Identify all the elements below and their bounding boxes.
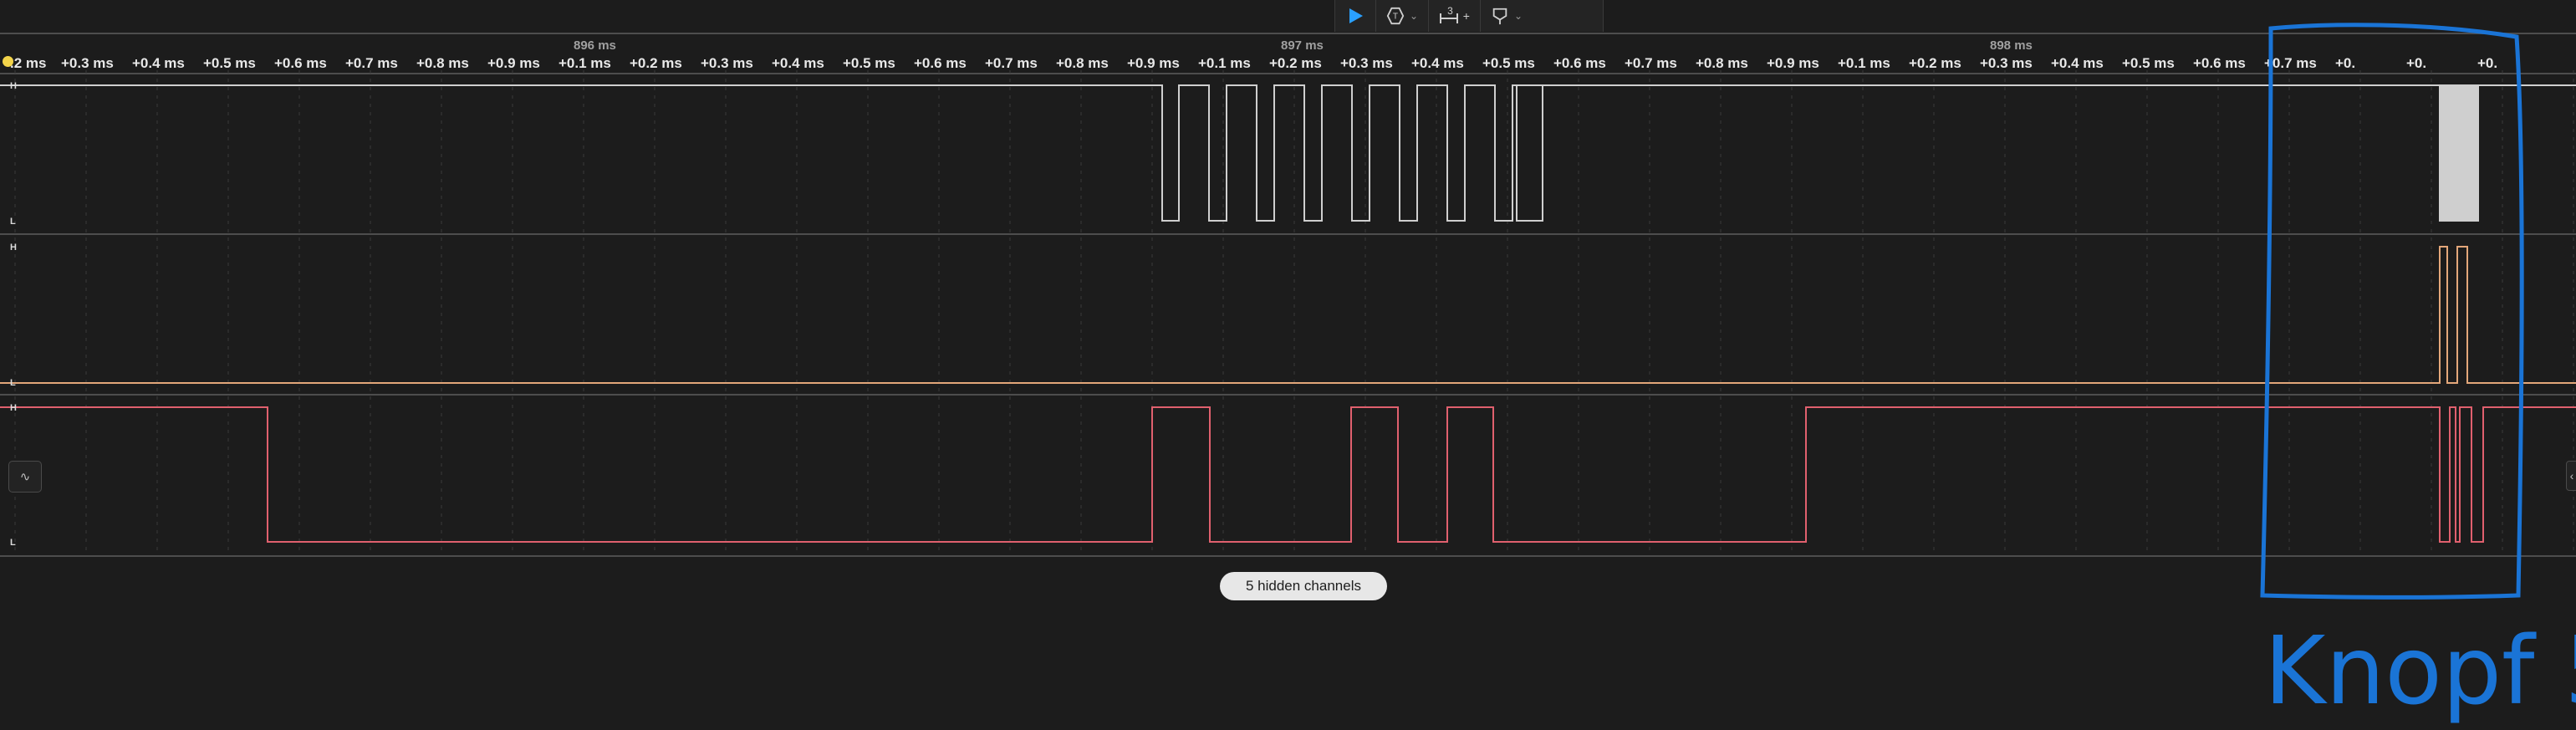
- channel-waveform: [0, 246, 2576, 384]
- logic-analyzer-app: T ⌄ 3 + ⌄ .2 ms +0.3 ms +0.4 ms +0.5 ms +0.6…: [0, 0, 2576, 730]
- channel-waveform: [0, 84, 2576, 222]
- chevron-left-icon: ‹: [2569, 469, 2574, 482]
- hidden-channels-button[interactable]: 5 hidden channels: [1220, 572, 1387, 600]
- channel-waveforms: [0, 84, 2576, 543]
- channel-level-label: H: [10, 242, 17, 253]
- annotation-text: Knopf 5: [2264, 617, 2576, 726]
- waveform-area[interactable]: [0, 0, 2576, 730]
- channel-level-label: L: [10, 378, 16, 388]
- channel-waveform: [0, 406, 2576, 543]
- waveform-toggle-icon: ∿: [19, 470, 31, 484]
- side-panel-handle[interactable]: ‹: [2566, 461, 2576, 491]
- channel-level-label: L: [10, 538, 16, 548]
- time-gridlines: [14, 70, 2574, 555]
- channel-level-label: L: [10, 217, 16, 227]
- channel-level-label: H: [10, 403, 17, 413]
- channel-separators: [0, 33, 2576, 557]
- channel-level-label: H: [10, 81, 17, 91]
- waveform-toggle-button[interactable]: ∿: [8, 461, 42, 493]
